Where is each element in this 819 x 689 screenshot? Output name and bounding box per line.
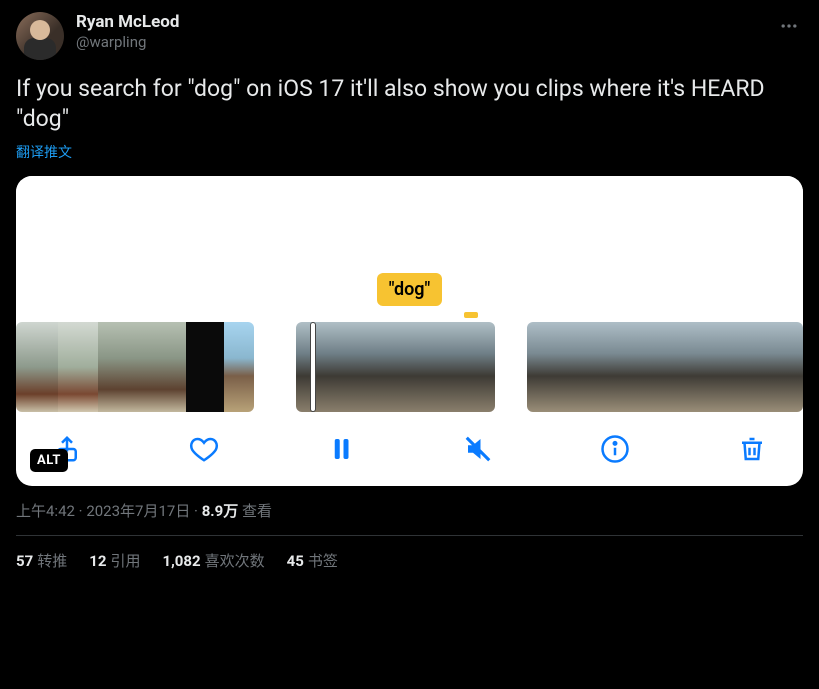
like-button[interactable]	[189, 434, 219, 464]
timeline-tick-row	[16, 312, 803, 322]
video-frame	[458, 322, 495, 412]
likes-stat[interactable]: 1,082喜欢次数	[162, 550, 264, 571]
clip-group[interactable]	[527, 322, 803, 412]
video-frame	[350, 322, 404, 412]
video-frame	[16, 322, 58, 412]
tweet-date[interactable]: 2023年7月17日	[86, 502, 190, 520]
video-frame	[577, 322, 627, 412]
tweet-time[interactable]: 上午4:42	[16, 502, 75, 520]
tweet-header: Ryan McLeod @warpling	[16, 12, 803, 60]
pause-icon	[326, 434, 356, 464]
video-frame	[777, 322, 803, 412]
heart-icon	[189, 434, 219, 464]
mute-icon	[463, 434, 493, 464]
views-count: 8.9万	[202, 502, 239, 520]
video-frame	[727, 322, 777, 412]
bookmarks-stat[interactable]: 45书签	[287, 550, 338, 571]
search-token-label: "dog"	[377, 273, 443, 306]
display-name: Ryan McLeod	[76, 12, 763, 32]
video-frame	[58, 322, 98, 412]
trash-button[interactable]	[737, 434, 767, 464]
ellipsis-icon	[779, 16, 799, 36]
clip-group[interactable]	[296, 322, 495, 412]
translate-link[interactable]: 翻译推文	[16, 142, 72, 162]
video-frame	[627, 322, 677, 412]
video-frame	[527, 322, 577, 412]
info-icon	[600, 434, 630, 464]
quotes-stat[interactable]: 12引用	[89, 550, 140, 571]
pause-button[interactable]	[326, 434, 356, 464]
video-frame	[142, 322, 186, 412]
video-frame	[98, 322, 142, 412]
more-button[interactable]	[775, 12, 803, 44]
video-frame	[186, 322, 224, 412]
tweet-text: If you search for "dog" on iOS 17 it'll …	[16, 74, 803, 134]
tweet-container: Ryan McLeod @warpling If you search for …	[0, 0, 819, 585]
mute-button[interactable]	[463, 434, 493, 464]
media-toolbar	[16, 414, 803, 486]
author-names[interactable]: Ryan McLeod @warpling	[76, 12, 763, 52]
video-frame	[404, 322, 458, 412]
video-frame	[224, 322, 254, 412]
video-filmstrip[interactable]	[16, 322, 803, 414]
avatar[interactable]	[16, 12, 64, 60]
meta-sep: ·	[75, 502, 86, 520]
info-button[interactable]	[600, 434, 630, 464]
tweet-meta: 上午4:42 · 2023年7月17日 · 8.9万 查看	[16, 500, 803, 536]
tweet-stats: 57转推 12引用 1,082喜欢次数 45书签	[16, 536, 803, 585]
retweets-stat[interactable]: 57转推	[16, 550, 67, 571]
clip-group[interactable]	[16, 322, 254, 412]
playhead[interactable]	[310, 322, 316, 412]
views-label: 查看	[242, 502, 272, 520]
search-token-row: "dog"	[16, 266, 803, 312]
video-frame	[296, 322, 350, 412]
media-top-area	[16, 176, 803, 266]
handle: @warpling	[76, 32, 763, 52]
video-frame	[677, 322, 727, 412]
alt-badge[interactable]: ALT	[30, 449, 68, 472]
meta-sep: ·	[190, 502, 201, 520]
media-card[interactable]: "dog"	[16, 176, 803, 486]
trash-icon	[737, 434, 767, 464]
timeline-tick	[464, 312, 478, 318]
